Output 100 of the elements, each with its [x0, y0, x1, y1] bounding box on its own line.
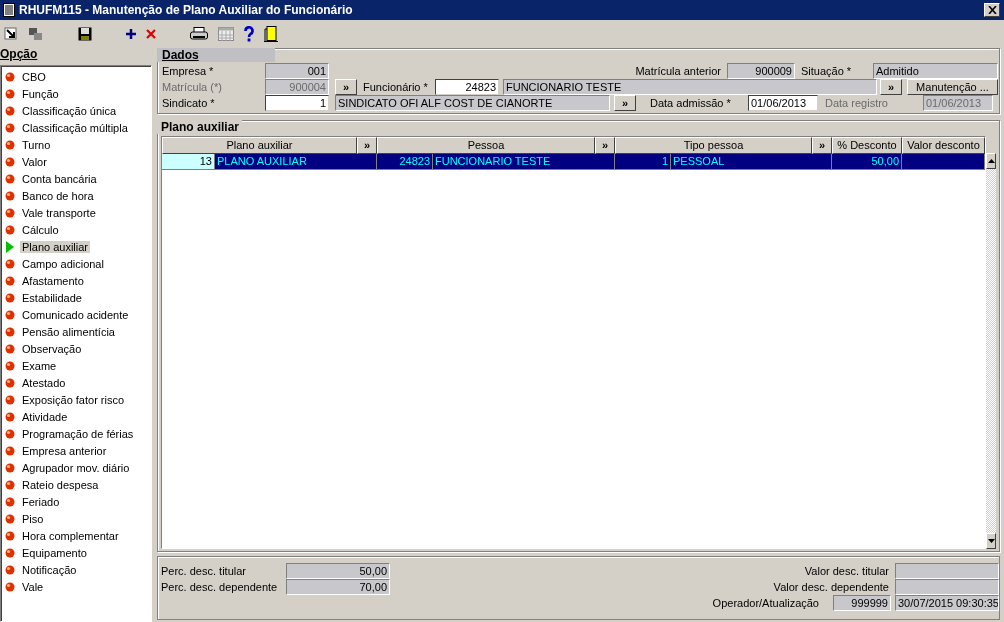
option-item[interactable]: Afastamento	[1, 272, 151, 289]
lookup-button[interactable]: »	[357, 137, 377, 154]
option-label: Atestado	[21, 376, 67, 389]
field-label: Operador/Atualização	[712, 597, 819, 609]
previous-id-field[interactable]: 900009	[727, 63, 795, 79]
option-label: Valor	[21, 155, 48, 168]
option-item[interactable]: Vale	[1, 578, 151, 595]
table-cell: FUNCIONARIO TESTE	[433, 154, 615, 170]
table-row[interactable]: 13 PLANO AUXILIAR 24823 FUNCIONARIO TESTE 1 PESSOAL 50,00	[162, 154, 985, 170]
option-label: Notificação	[21, 563, 78, 576]
lookup-button[interactable]: »	[595, 137, 615, 154]
table-cell: 50,00	[832, 154, 902, 170]
option-label: Hora complementar	[21, 529, 120, 542]
option-item[interactable]: Turno	[1, 136, 151, 153]
field-label: Funcionário *	[362, 81, 429, 93]
field-label: Empresa *	[162, 65, 215, 77]
table-cell: 1	[615, 154, 671, 170]
option-item[interactable]: Função	[1, 85, 151, 102]
option-item[interactable]: CBO	[1, 68, 151, 85]
timestamp-field: 30/07/2015 09:30:35	[895, 595, 999, 611]
employee-name-field: FUNCIONARIO TESTE	[503, 79, 877, 95]
option-label: Feriado	[21, 495, 61, 508]
option-item[interactable]: Atividade	[1, 408, 151, 425]
option-item[interactable]: Exposição fator risco	[1, 391, 151, 408]
option-item[interactable]: Valor	[1, 153, 151, 170]
option-item[interactable]: Observação	[1, 340, 151, 357]
option-item[interactable]: Exame	[1, 357, 151, 374]
option-label: Programação de férias	[21, 427, 135, 440]
field-label: Data registro	[825, 97, 889, 109]
field-label: Sindicato *	[162, 97, 216, 109]
sidebar-title: Opção	[0, 47, 39, 63]
field-label: Matrícula (*)	[162, 81, 223, 93]
operator-field: 999999	[833, 595, 891, 611]
option-label: Observação	[21, 342, 83, 355]
option-item[interactable]: Atestado	[1, 374, 151, 391]
option-item[interactable]: Hora complementar	[1, 527, 151, 544]
option-label: Agrupador mov. diário	[21, 461, 131, 474]
option-label: Cálculo	[21, 223, 60, 236]
option-label: Vale transporte	[21, 206, 97, 219]
option-item[interactable]: Conta bancária	[1, 170, 151, 187]
admission-date-field[interactable]: 01/06/2013	[748, 95, 818, 111]
column-header: % Desconto	[832, 137, 902, 154]
option-item[interactable]: Feriado	[1, 493, 151, 510]
option-label: Banco de hora	[21, 189, 95, 202]
option-item[interactable]: Empresa anterior	[1, 442, 151, 459]
option-item[interactable]: Equipamento	[1, 544, 151, 561]
option-label: Pensão alimentícia	[21, 325, 116, 338]
field-label: Valor desc. titular	[804, 565, 889, 577]
lookup-button[interactable]: »	[880, 79, 902, 95]
field-label: Perc. desc. dependente	[161, 581, 279, 593]
option-item[interactable]: Vale transporte	[1, 204, 151, 221]
union-code-field[interactable]: 1	[265, 95, 329, 111]
employee-code-field[interactable]: 24823	[435, 79, 499, 95]
option-label: Função	[21, 87, 60, 100]
section-title: Plano auxiliar	[156, 120, 243, 134]
column-header: Valor desconto	[902, 137, 985, 154]
option-label: Conta bancária	[21, 172, 98, 185]
option-label: Exposição fator risco	[21, 393, 126, 406]
option-label: Campo adicional	[21, 257, 105, 270]
lookup-button[interactable]: »	[812, 137, 832, 154]
union-name-field: SINDICATO OFI ALF COST DE CIANORTE	[335, 95, 610, 111]
option-item[interactable]: Classificação única	[1, 102, 151, 119]
option-item[interactable]: Programação de férias	[1, 425, 151, 442]
maintenance-button[interactable]: Manutenção ...	[907, 79, 998, 95]
option-label: Classificação única	[21, 104, 118, 117]
option-item[interactable]: Notificação	[1, 561, 151, 578]
option-item[interactable]: Comunicado acidente	[1, 306, 151, 323]
option-item[interactable]: Classificação múltipla	[1, 119, 151, 136]
lookup-button[interactable]: »	[614, 95, 636, 111]
table-cell: PLANO AUXILIAR	[215, 154, 377, 170]
option-item[interactable]: Rateio despesa	[1, 476, 151, 493]
option-label: Rateio despesa	[21, 478, 100, 491]
field-label: Perc. desc. titular	[161, 565, 247, 577]
option-item[interactable]: Plano auxiliar	[1, 238, 151, 255]
table-cell: 13	[162, 154, 215, 170]
field-label: Data admissão *	[650, 97, 732, 109]
option-item[interactable]: Piso	[1, 510, 151, 527]
option-label: Afastamento	[21, 274, 85, 287]
option-label: Estabilidade	[21, 291, 83, 304]
status-field[interactable]: Admitido	[873, 63, 998, 79]
option-item[interactable]: Cálculo	[1, 221, 151, 238]
option-item[interactable]: Banco de hora	[1, 187, 151, 204]
company-field[interactable]: 001	[265, 63, 329, 79]
section-title: Dados	[157, 48, 275, 62]
table-cell: 24823	[377, 154, 433, 170]
option-label: Classificação múltipla	[21, 121, 129, 134]
option-label: Empresa anterior	[21, 444, 108, 457]
option-item[interactable]: Campo adicional	[1, 255, 151, 272]
field-label: Situação *	[800, 65, 853, 77]
option-item[interactable]: Estabilidade	[1, 289, 151, 306]
option-item[interactable]: Agrupador mov. diário	[1, 459, 151, 476]
table-cell: PESSOAL	[671, 154, 832, 170]
holder-discount-field: 50,00	[286, 563, 390, 579]
field-label: Valor desc. dependente	[773, 581, 889, 593]
option-label: Vale	[21, 580, 45, 593]
option-label: Turno	[21, 138, 52, 151]
option-item[interactable]: Pensão alimentícia	[1, 323, 151, 340]
option-label: CBO	[21, 70, 47, 83]
option-label: Atividade	[21, 410, 69, 423]
field-label: Matrícula anterior	[635, 65, 721, 77]
